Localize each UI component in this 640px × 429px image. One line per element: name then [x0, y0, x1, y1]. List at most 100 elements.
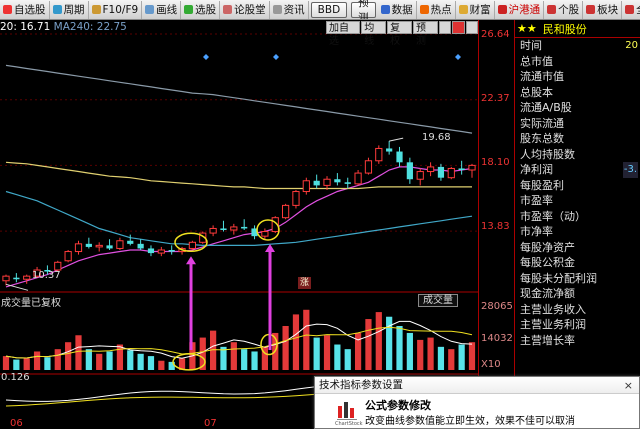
high-leader-line [389, 137, 404, 142]
toolbar-data-button[interactable]: 数据 [378, 0, 417, 19]
panel-row: 时间 20 [515, 38, 640, 54]
volume-bar [54, 349, 61, 370]
grid-icon[interactable] [438, 21, 452, 34]
kline-chart[interactable] [0, 20, 478, 429]
volume-bar [23, 358, 30, 370]
zoom-icon[interactable] [465, 21, 478, 34]
candle-body [468, 164, 476, 171]
toolbar-screener-button[interactable]: 选股 [181, 0, 221, 19]
volume-tick: 28065 [481, 301, 513, 312]
signal-diamond-icon [203, 54, 209, 60]
volume-bar [158, 360, 165, 370]
signal-diamond-icon [455, 54, 461, 60]
toolbar-overview-button[interactable]: 全景 [622, 1, 640, 19]
stock-icon [547, 5, 557, 14]
panel-row: 净利润 -3. [515, 162, 640, 178]
volume-bar [13, 359, 20, 370]
forecast-button[interactable]: 预测 [413, 21, 438, 47]
panel-row-label: 主营业务利润 [520, 318, 586, 331]
stop-icon[interactable] [452, 21, 465, 34]
volume-bar [116, 344, 124, 370]
moving-average-button[interactable]: 均线 [361, 21, 387, 47]
toolbar-hk-connect-button[interactable]: 沪港通 [495, 0, 545, 19]
panel-row: 主营业务利润 [515, 317, 640, 333]
volume-bar [282, 325, 289, 370]
candle-body [23, 275, 31, 280]
toolbar-f10-button[interactable]: F10/F9 [89, 0, 143, 19]
toolbar-draw-button[interactable]: 画线 [142, 0, 182, 19]
candle-body [137, 243, 144, 249]
panel-row-label: 流通市值 [520, 70, 564, 83]
panel-row-label: 主营业务收入 [520, 302, 586, 316]
panel-row-label: 时间 [520, 39, 542, 52]
dialog-title: 技术指标参数设置 [319, 379, 403, 391]
panel-row: 人均持股数 [515, 147, 640, 163]
close-icon[interactable]: × [624, 377, 633, 394]
panel-row-label: 净利润 [520, 163, 553, 176]
volume-bar [127, 350, 134, 370]
candle-body [426, 166, 435, 173]
toolbar-sector-button[interactable]: 板块 [583, 0, 623, 19]
panel-row-label: 总股本 [520, 85, 553, 99]
panel-row-label: 人均持股数 [520, 147, 575, 161]
dialog-title-bar[interactable]: 技术指标参数设置 × [315, 377, 639, 394]
price-axis: 26.64 22.37 18.10 13.83 28065 14032 X10 [478, 20, 514, 429]
panel-row-label: 每股公积金 [520, 256, 575, 269]
volume-bar [85, 349, 92, 370]
volume-bar [106, 351, 113, 370]
price-tick: 13.83 [481, 221, 510, 232]
volume-bar [2, 356, 10, 370]
toolbar-hot-button[interactable]: 热点 [417, 0, 456, 19]
toolbar-wealth-button[interactable]: 财富 [456, 0, 495, 19]
chart-area[interactable]: 20: 16.71 MA240: 22.75 加自选 均线 复权 预测 19.6… [0, 20, 478, 429]
toolbar-period-button[interactable]: 周期 [50, 0, 89, 19]
price-tick: 22.37 [481, 93, 510, 104]
candle-body [95, 244, 103, 248]
panel-row: 每股未分配利润 [515, 271, 640, 287]
toolbar-forecast-button[interactable]: 预测 [351, 0, 376, 19]
volume-bar [334, 344, 341, 370]
add-favorite-button[interactable]: 加自选 [326, 21, 361, 47]
toolbar-favorites-button[interactable]: 自选股 [0, 0, 50, 19]
pen-icon [145, 5, 155, 14]
candle-body [354, 172, 362, 185]
adjust-button[interactable]: 复权 [387, 21, 413, 47]
date-label-06: 06 [10, 418, 23, 429]
panel-row: 市净率 [515, 224, 640, 240]
panel-row-label: 每股盈利 [520, 178, 564, 192]
candle-body [281, 204, 290, 219]
candle-body [230, 226, 238, 231]
volume-bar [75, 335, 82, 370]
arrow-up-icon [186, 256, 196, 265]
candle-body [323, 178, 331, 186]
chat-icon [223, 5, 233, 14]
candle-body [447, 167, 455, 179]
candle-body [302, 180, 310, 193]
volume-dropdown[interactable]: 成交量 [418, 294, 458, 307]
panel-row: 现金流净额 [515, 286, 640, 302]
toolbar-bbd-button[interactable]: BBD [310, 1, 348, 18]
overview-icon [625, 5, 635, 14]
candle-body [127, 240, 134, 244]
candle-body [458, 168, 465, 170]
news-icon [272, 5, 282, 14]
panel-row-label: 市净率 [520, 225, 553, 238]
volume-bar [33, 351, 41, 370]
volume-bar [448, 349, 455, 370]
volume-bar [313, 337, 320, 370]
price-tick: 26.64 [481, 29, 510, 40]
filter-icon [184, 5, 194, 14]
panel-row-value: -3. [622, 162, 638, 178]
volume-bar [44, 357, 51, 370]
candle-body [157, 249, 165, 254]
date-label-07: 07 [204, 418, 217, 429]
toolbar-news-button[interactable]: 资讯 [270, 0, 309, 19]
candle-body [209, 227, 217, 234]
volume-bar [230, 342, 237, 370]
connect-icon [497, 5, 507, 14]
toolbar-forum-button[interactable]: 论股堂 [220, 0, 270, 19]
toolbar-stock-button[interactable]: 个股 [544, 0, 584, 19]
volume-bar [344, 349, 351, 370]
volume-bar [96, 353, 103, 370]
panel-row: 主营增长率 [515, 333, 640, 349]
